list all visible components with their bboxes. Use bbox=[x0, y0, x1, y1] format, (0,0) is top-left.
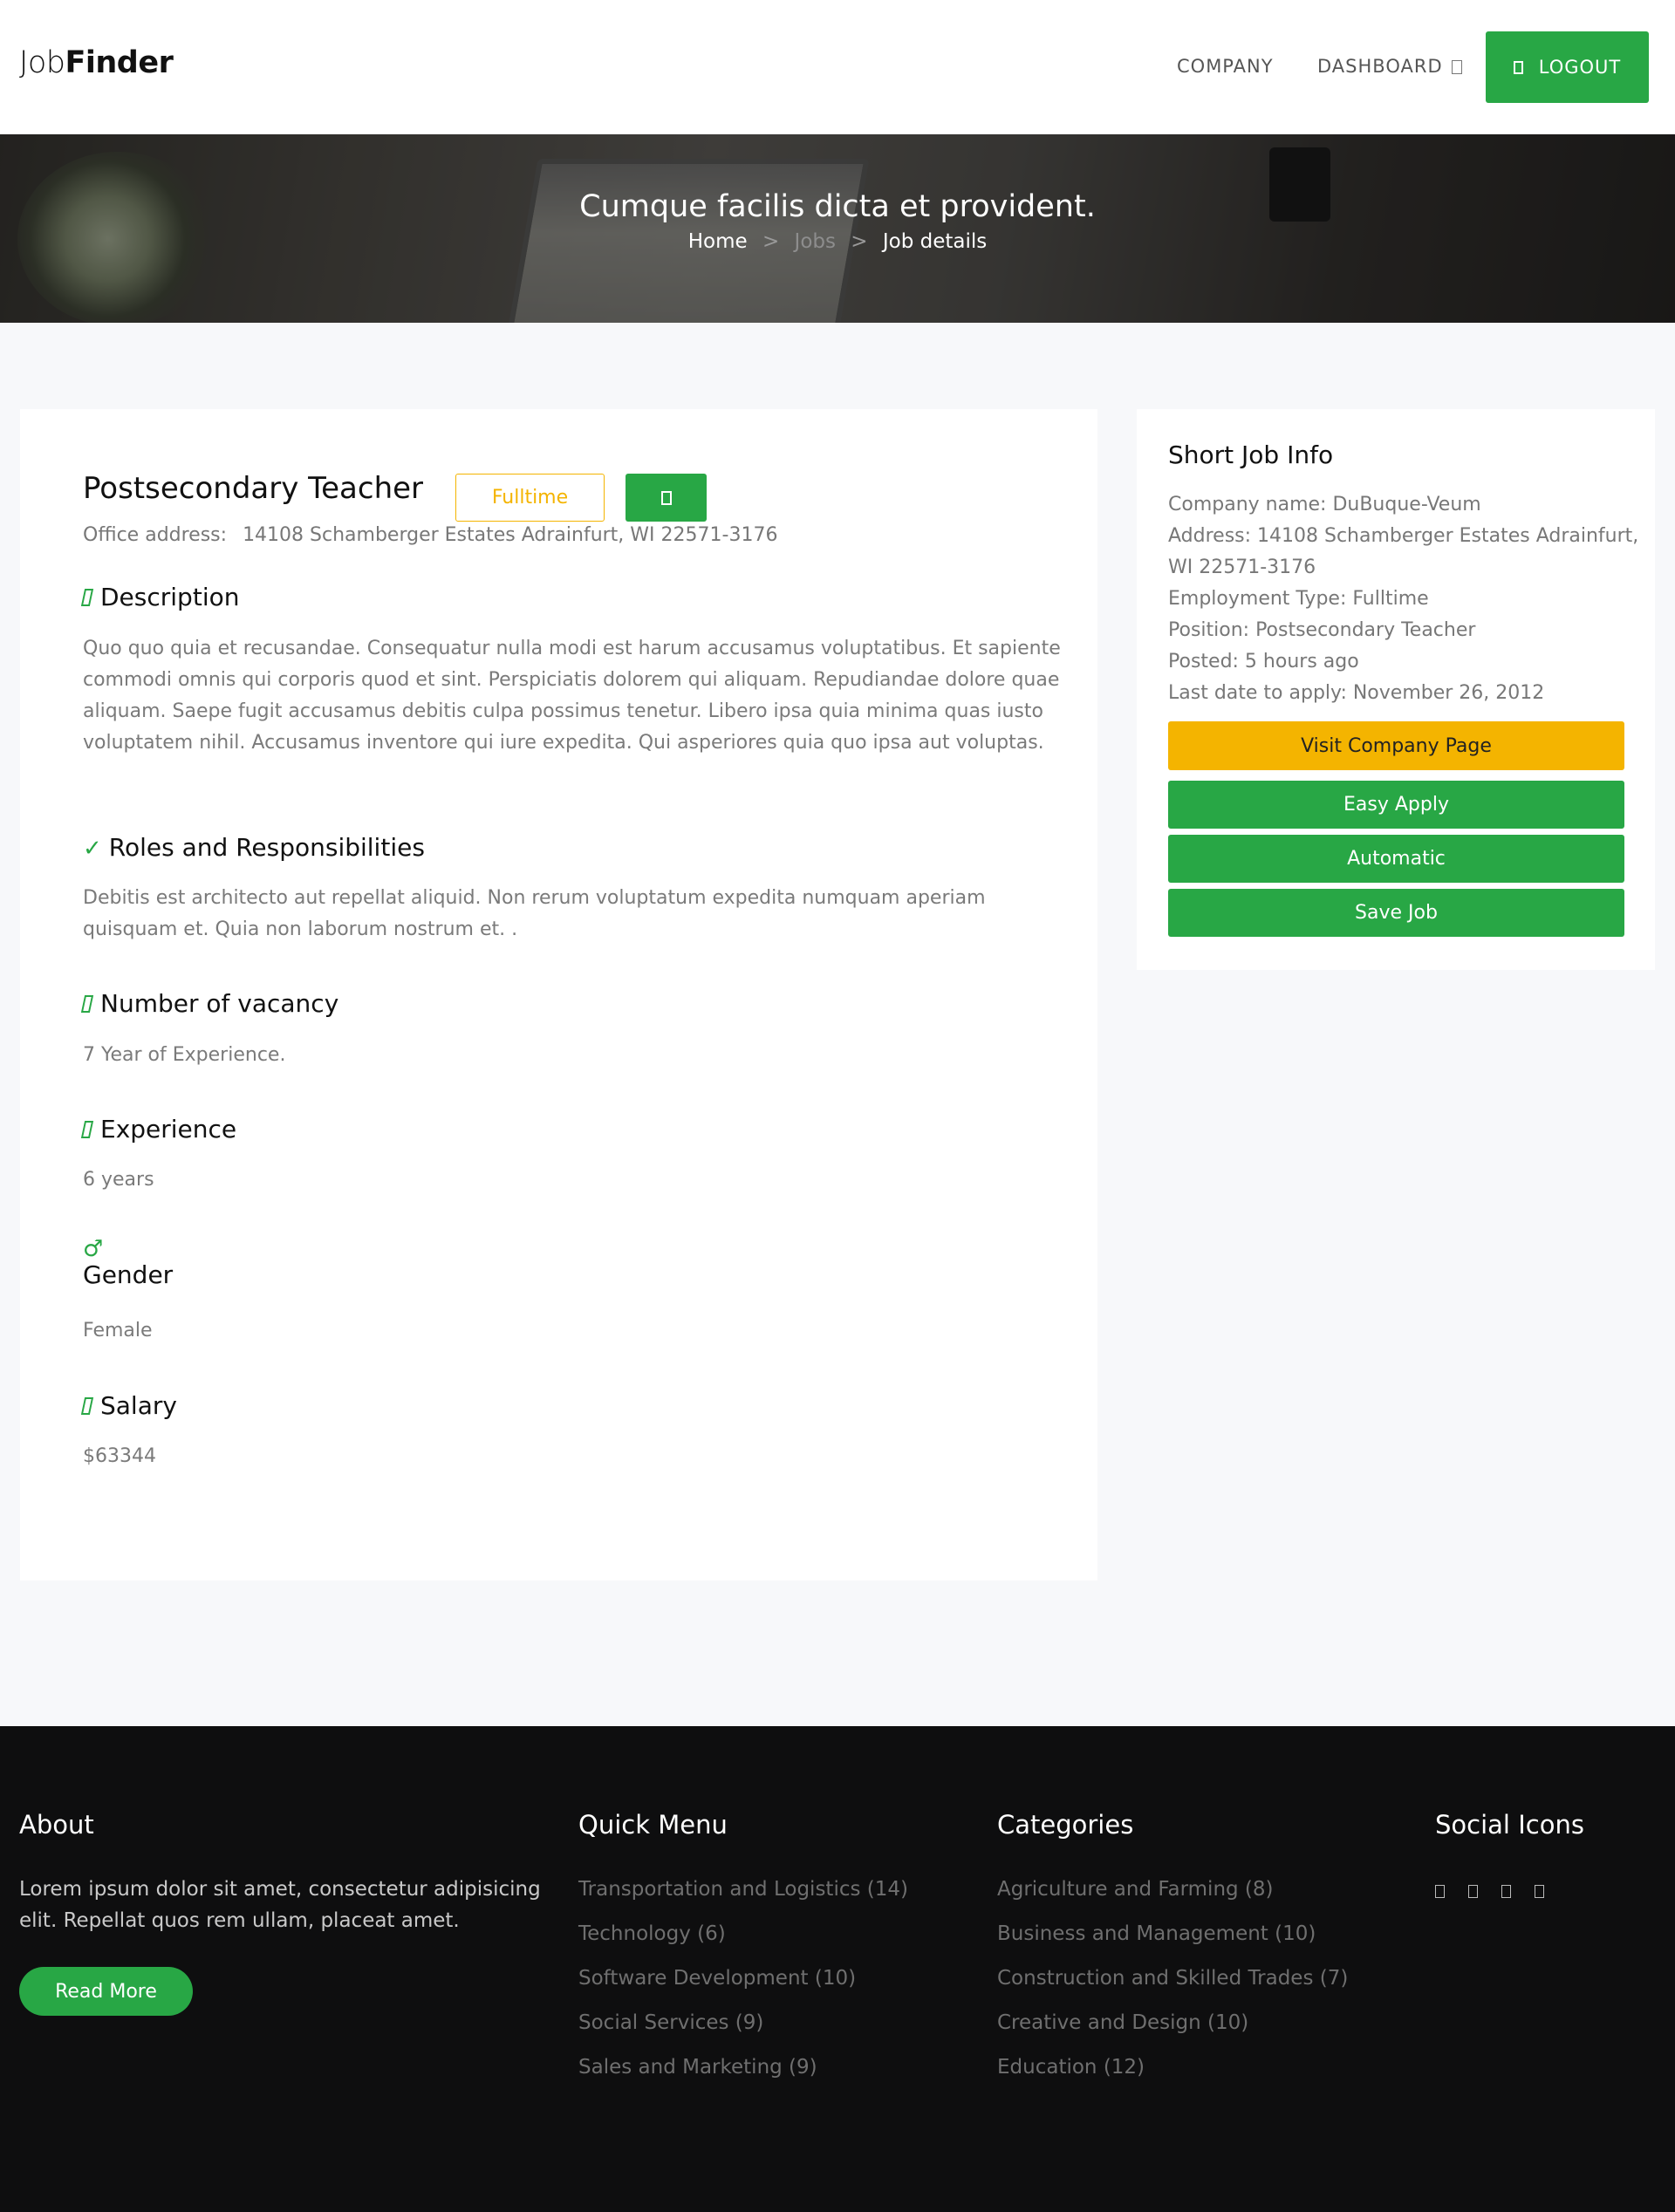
nav-dashboard[interactable]: DASHBOARD bbox=[1317, 56, 1462, 77]
social-icons bbox=[1435, 1885, 1544, 1898]
gender-text: Female bbox=[83, 1320, 153, 1342]
footer-categories-title: Categories bbox=[997, 1810, 1134, 1840]
office-address: Office address: 14108 Schamberger Estates… bbox=[83, 524, 777, 546]
logo-bold: Finder bbox=[65, 45, 174, 80]
description-heading: Description bbox=[80, 583, 240, 611]
salary-heading: Salary bbox=[80, 1391, 177, 1420]
job-title: Postsecondary Teacher bbox=[83, 471, 424, 506]
short-job-info-list: Company name: DuBuque-Veum Address: 1410… bbox=[1168, 489, 1639, 709]
experience-icon bbox=[80, 1121, 94, 1138]
quick-menu-item[interactable]: Social Services (9) bbox=[578, 2007, 908, 2052]
gender-title: Gender bbox=[83, 1260, 174, 1289]
vacancy-text: 7 Year of Experience. bbox=[83, 1044, 286, 1066]
gender-icon: ♂ bbox=[83, 1236, 104, 1262]
hero-overlay bbox=[0, 134, 1675, 323]
salary-icon bbox=[80, 1397, 94, 1415]
vacancy-title: Number of vacancy bbox=[100, 989, 339, 1018]
experience-title: Experience bbox=[100, 1115, 237, 1144]
footer-social-title: Social Icons bbox=[1435, 1810, 1584, 1840]
vacancy-icon bbox=[80, 995, 94, 1013]
categories-list: Agriculture and Farming (8) Business and… bbox=[997, 1874, 1348, 2096]
quick-menu-list: Transportation and Logistics (14) Techno… bbox=[578, 1874, 908, 2096]
info-position: Position: Postsecondary Teacher bbox=[1168, 619, 1476, 641]
automatic-button[interactable]: Automatic bbox=[1168, 835, 1624, 883]
footer-about-text: Lorem ipsum dolor sit amet, consectetur … bbox=[19, 1878, 541, 1932]
short-job-info-title: Short Job Info bbox=[1168, 440, 1334, 469]
quick-menu-item[interactable]: Transportation and Logistics (14) bbox=[578, 1874, 908, 1918]
employment-type-badge: Fulltime bbox=[455, 474, 605, 522]
breadcrumb-jobs[interactable]: Jobs bbox=[795, 230, 836, 253]
experience-heading: Experience bbox=[80, 1115, 237, 1144]
nav-company[interactable]: COMPANY bbox=[1177, 56, 1274, 77]
roles-title: Roles and Responsibilities bbox=[108, 833, 425, 862]
quick-menu-item[interactable]: Technology (6) bbox=[578, 1918, 908, 1963]
category-item[interactable]: Construction and Skilled Trades (7) bbox=[997, 1963, 1348, 2007]
quick-menu-item[interactable]: Sales and Marketing (9) bbox=[578, 2052, 908, 2096]
info-address: Address: 14108 Schamberger Estates Adrai… bbox=[1168, 525, 1639, 578]
visit-company-button[interactable]: Visit Company Page bbox=[1168, 721, 1624, 770]
easy-apply-button[interactable]: Easy Apply bbox=[1168, 781, 1624, 829]
salary-text: $63344 bbox=[83, 1445, 156, 1467]
office-address-value: 14108 Schamberger Estates Adrainfurt, WI… bbox=[243, 524, 778, 546]
read-more-button[interactable]: Read More bbox=[19, 1967, 193, 2016]
job-details-card: Postsecondary Teacher Fulltime Office ad… bbox=[20, 409, 1097, 1580]
site-footer: About Lorem ipsum dolor sit amet, consec… bbox=[0, 1726, 1675, 2212]
gender-heading: ♂ Gender bbox=[83, 1238, 173, 1290]
description-title: Description bbox=[100, 583, 240, 611]
logout-icon bbox=[1513, 60, 1523, 74]
nav-dashboard-label: DASHBOARD bbox=[1317, 56, 1443, 77]
footer-quick-menu-title: Quick Menu bbox=[578, 1810, 728, 1840]
category-item[interactable]: Agriculture and Farming (8) bbox=[997, 1874, 1348, 1918]
hero-banner: Cumque facilis dicta et provident. Home … bbox=[0, 134, 1675, 323]
instagram-icon[interactable] bbox=[1501, 1885, 1511, 1898]
short-job-info-card: Short Job Info Company name: DuBuque-Veu… bbox=[1137, 409, 1655, 970]
description-text: Quo quo quia et recusandae. Consequatur … bbox=[83, 638, 1061, 754]
favorite-button[interactable] bbox=[626, 474, 707, 522]
office-address-label: Office address: bbox=[83, 524, 228, 546]
logo-light: Job bbox=[19, 45, 65, 80]
chevron-down-icon bbox=[1451, 60, 1462, 74]
vacancy-heading: Number of vacancy bbox=[80, 989, 339, 1018]
facebook-icon[interactable] bbox=[1435, 1885, 1445, 1898]
roles-heading: ✓ Roles and Responsibilities bbox=[83, 833, 425, 862]
info-company-name: Company name: DuBuque-Veum bbox=[1168, 494, 1481, 515]
footer-about-title: About bbox=[19, 1810, 94, 1840]
info-posted: Posted: 5 hours ago bbox=[1168, 651, 1359, 672]
site-header: JobFinder COMPANY DASHBOARD LOGOUT bbox=[0, 0, 1675, 134]
info-last-date: Last date to apply: November 26, 2012 bbox=[1168, 682, 1545, 704]
logo[interactable]: JobFinder bbox=[19, 45, 174, 80]
twitter-icon[interactable] bbox=[1468, 1885, 1478, 1898]
breadcrumb-home[interactable]: Home bbox=[688, 230, 748, 253]
category-item[interactable]: Education (12) bbox=[997, 2052, 1348, 2096]
breadcrumb-current: Job details bbox=[882, 230, 988, 253]
linkedin-icon[interactable] bbox=[1535, 1885, 1544, 1898]
hero-title: Cumque facilis dicta et provident. bbox=[579, 189, 1096, 224]
category-item[interactable]: Business and Management (10) bbox=[997, 1918, 1348, 1963]
breadcrumb-separator: > bbox=[762, 230, 780, 253]
breadcrumb-separator: > bbox=[851, 230, 868, 253]
description-icon bbox=[80, 589, 94, 606]
logout-button[interactable]: LOGOUT bbox=[1486, 31, 1649, 103]
salary-title: Salary bbox=[100, 1391, 177, 1420]
logout-label: LOGOUT bbox=[1538, 57, 1622, 78]
roles-text: Debitis est architecto aut repellat aliq… bbox=[83, 887, 986, 940]
breadcrumb: Home > Jobs > Job details bbox=[0, 230, 1675, 253]
category-item[interactable]: Creative and Design (10) bbox=[997, 2007, 1348, 2052]
save-job-button[interactable]: Save Job bbox=[1168, 889, 1624, 937]
quick-menu-item[interactable]: Software Development (10) bbox=[578, 1963, 908, 2007]
heart-icon bbox=[660, 490, 672, 505]
info-employment-type: Employment Type: Fulltime bbox=[1168, 588, 1429, 610]
experience-text: 6 years bbox=[83, 1169, 154, 1191]
tasks-icon: ✓ bbox=[83, 836, 102, 862]
